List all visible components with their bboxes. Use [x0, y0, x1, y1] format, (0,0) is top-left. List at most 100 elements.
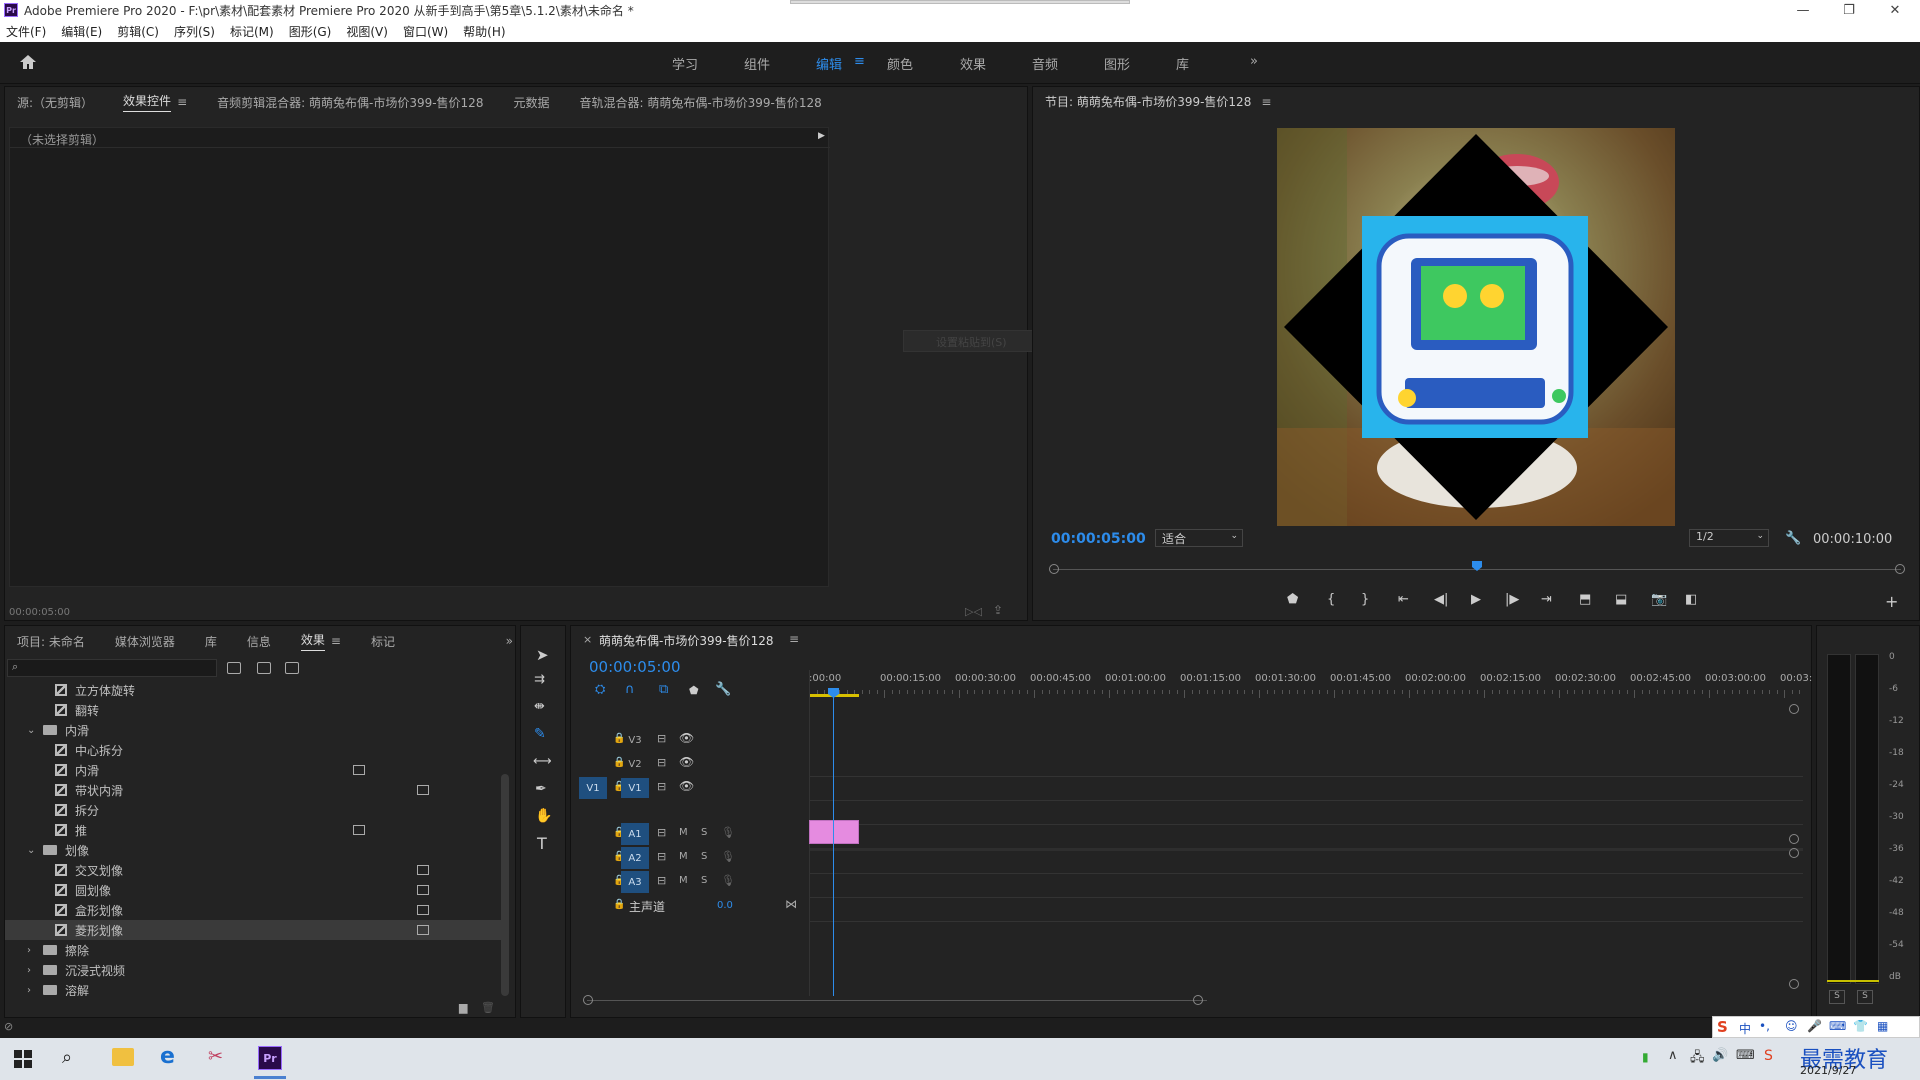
effects-scrollbar[interactable]	[501, 774, 509, 996]
microphone-icon[interactable]: 🎙	[721, 826, 735, 839]
resolution-dropdown[interactable]: 1/2 ⌄	[1689, 529, 1769, 547]
close-icon[interactable]: ✕	[1872, 0, 1918, 20]
track-target-a3[interactable]: A3	[621, 871, 649, 893]
step-back-icon[interactable]: ◀|	[1434, 592, 1448, 607]
chevron-down-icon[interactable]: ⌄	[27, 845, 35, 856]
tab-markers[interactable]: 标记	[371, 633, 395, 650]
microphone-icon[interactable]: 🎙	[721, 850, 735, 863]
sync-lock-icon[interactable]: ⊟	[657, 756, 666, 769]
track-target-a1[interactable]: A1	[621, 823, 649, 845]
tab-media-browser[interactable]: 媒体浏览器	[115, 633, 175, 650]
search-icon[interactable]: ⌕	[62, 1047, 72, 1068]
mute-button[interactable]: M	[679, 875, 688, 886]
file-explorer-icon[interactable]	[112, 1048, 134, 1066]
restore-icon[interactable]: ❐	[1826, 0, 1872, 20]
solo-button[interactable]: S	[701, 827, 707, 838]
tab-libraries[interactable]: 库	[205, 633, 217, 650]
h-scroll-left-handle[interactable]	[583, 995, 593, 1005]
sequence-menu-icon[interactable]: ≡	[789, 632, 799, 646]
solo-button[interactable]: S	[701, 851, 707, 862]
v-scroll-top-handle[interactable]	[1789, 704, 1799, 714]
program-menu-icon[interactable]: ≡	[1261, 95, 1271, 109]
linked-selection-icon[interactable]: ⧉	[659, 682, 668, 697]
workspace-libraries[interactable]: 库	[1176, 54, 1189, 73]
camera-icon[interactable]: 📷	[1651, 592, 1667, 607]
export-icon[interactable]: ⇪	[993, 603, 1003, 617]
menu-window[interactable]: 窗口(W)	[403, 23, 448, 40]
track-target-a2[interactable]: A2	[621, 847, 649, 869]
wrench-icon[interactable]: 🔧	[1785, 531, 1801, 546]
ime-mode[interactable]: 中	[1739, 1020, 1751, 1037]
accelerated-effects-icon[interactable]	[227, 662, 241, 674]
source-patch-v1[interactable]: V1	[579, 777, 607, 799]
snap-icon[interactable]: ∩	[625, 682, 635, 697]
tab-audio-track-mixer[interactable]: 音轨混合器: 萌萌兔布偶-市场价399-售价128	[579, 94, 821, 111]
solo-button[interactable]: S	[701, 875, 707, 886]
tab-effects[interactable]: 效果	[300, 631, 325, 651]
play-only-icon[interactable]: ▷◁	[965, 605, 982, 618]
tab-project[interactable]: 项目: 未命名	[17, 633, 85, 650]
lock-icon[interactable]: 🔒	[613, 899, 625, 910]
track-target-v1[interactable]: V1	[621, 778, 649, 798]
home-icon[interactable]	[18, 52, 38, 72]
effect-folder[interactable]: › 溶解	[5, 980, 501, 997]
go-to-out-icon[interactable]: ⇥	[1541, 592, 1552, 607]
sync-lock-icon[interactable]: ⊟	[657, 732, 666, 745]
effect-item[interactable]: 带状内滑	[5, 780, 501, 800]
workspace-menu-icon[interactable]: ≡	[854, 54, 865, 69]
effect-folder[interactable]: › 沉浸式视频	[5, 960, 501, 980]
sequence-tab[interactable]: 萌萌兔布偶-市场价399-售价128	[599, 632, 773, 649]
trash-icon[interactable]: 🗑	[481, 1001, 495, 1014]
sync-lock-icon[interactable]: ⊟	[657, 850, 666, 863]
sync-lock-icon[interactable]: ⊟	[657, 826, 666, 839]
chevron-right-icon[interactable]: ›	[27, 945, 31, 956]
windows-start-icon[interactable]	[14, 1050, 32, 1068]
more-workspaces-icon[interactable]: »	[1250, 54, 1258, 69]
solo-left-button[interactable]: S	[1829, 990, 1845, 1004]
sync-lock-icon[interactable]: ⊟	[657, 874, 666, 887]
master-expand-icon[interactable]: ⋈	[785, 897, 797, 911]
effect-item[interactable]: 内滑	[5, 760, 501, 780]
keyboard-icon[interactable]: ⌨	[1829, 1019, 1846, 1033]
program-title[interactable]: 节目: 萌萌兔布偶-市场价399-售价128	[1045, 93, 1251, 112]
track-select-tool-icon[interactable]: ⇉	[534, 672, 545, 687]
32bit-effects-icon[interactable]	[257, 662, 271, 674]
tab-metadata[interactable]: 元数据	[513, 94, 549, 111]
menu-graphics[interactable]: 图形(G)	[289, 23, 332, 40]
pen-tool-icon[interactable]: ✒	[535, 781, 547, 797]
effect-folder[interactable]: ⌄ 划像	[5, 840, 501, 860]
tab-source[interactable]: 源:（无剪辑）	[17, 94, 93, 111]
effect-item[interactable]: 拆分	[5, 800, 501, 820]
h-scroll-right-handle[interactable]	[1193, 995, 1203, 1005]
menu-help[interactable]: 帮助(H)	[463, 23, 505, 40]
more-tabs-icon[interactable]: »	[506, 634, 515, 648]
app-icon[interactable]: ✂	[208, 1046, 223, 1067]
v-scroll-mid2-handle[interactable]	[1789, 848, 1799, 858]
show-hidden-icons-icon[interactable]: ∧	[1668, 1048, 1678, 1063]
effect-item[interactable]: 立方体旋转	[5, 680, 501, 700]
workspace-effects[interactable]: 效果	[960, 54, 986, 73]
program-scrubber[interactable]	[1049, 561, 1905, 579]
fit-dropdown[interactable]: 适合 ⌄	[1155, 529, 1243, 547]
minimize-icon[interactable]: —	[1780, 0, 1826, 20]
nest-icon[interactable]: ⛭	[595, 682, 605, 697]
sync-lock-icon[interactable]: ⊟	[657, 780, 666, 793]
effect-item[interactable]: 中心拆分	[5, 740, 501, 760]
panel-menu-icon[interactable]: ≡	[177, 95, 187, 109]
video-clip[interactable]	[809, 820, 859, 844]
mute-button[interactable]: M	[679, 827, 688, 838]
workspace-audio[interactable]: 音频	[1032, 54, 1058, 73]
expand-arrow-icon[interactable]: ▶	[818, 131, 825, 141]
effect-folder[interactable]: › 擦除	[5, 940, 501, 960]
effects-menu-icon[interactable]: ≡	[331, 634, 341, 648]
track-target-v3[interactable]: V3	[621, 730, 649, 750]
effects-search-input[interactable]: ⌕	[7, 659, 217, 677]
effect-item[interactable]: 圆划像	[5, 880, 501, 900]
play-icon[interactable]: ▶	[1471, 592, 1481, 607]
effect-folder[interactable]: ⌄ 内滑	[5, 720, 501, 740]
chevron-right-icon[interactable]: ›	[27, 965, 31, 976]
menu-edit[interactable]: 编辑(E)	[61, 23, 102, 40]
go-to-in-icon[interactable]: ⇤	[1398, 592, 1409, 607]
chevron-right-icon[interactable]: ›	[27, 985, 31, 996]
tray-icon[interactable]: ▮	[1642, 1050, 1649, 1064]
